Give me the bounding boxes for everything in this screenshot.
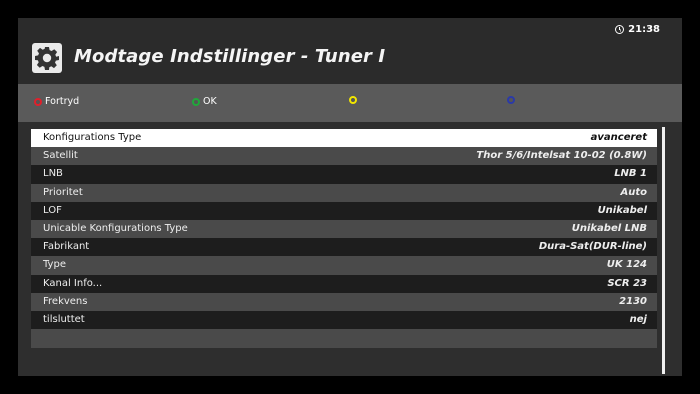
setting-value: Dura-Sat(DUR-line) xyxy=(538,241,647,253)
setting-label: Kanal Info... xyxy=(43,277,103,289)
setting-label: LOF xyxy=(43,204,62,216)
yellow-key-button[interactable] xyxy=(349,96,360,104)
gear-icon xyxy=(32,43,62,73)
clock-time: 21:38 xyxy=(628,24,660,35)
tv-menu-screen: Modtage Indstillinger - Tuner I 21:38 Fo… xyxy=(18,18,682,376)
blue-key-icon xyxy=(507,96,515,104)
setting-value: UK 124 xyxy=(606,259,647,271)
setting-value: Auto xyxy=(620,186,647,198)
clock-icon xyxy=(615,25,625,34)
green-key-button[interactable]: OK xyxy=(192,96,217,107)
setting-label: LNB xyxy=(43,168,63,180)
green-key-label: OK xyxy=(203,96,217,107)
setting-value: LNB 1 xyxy=(614,168,647,180)
settings-row-empty xyxy=(31,329,657,349)
green-key-icon xyxy=(192,97,200,106)
page-title: Modtage Indstillinger - Tuner I xyxy=(74,46,386,67)
setting-label: Satellit xyxy=(43,150,78,162)
clock: 21:38 xyxy=(615,24,660,35)
settings-row-kanal-info[interactable]: Kanal Info... SCR 23 xyxy=(31,274,657,293)
settings-row-lof[interactable]: LOF Unikabel xyxy=(31,201,657,220)
yellow-key-icon xyxy=(349,96,357,104)
setting-value: 2130 xyxy=(619,295,647,307)
settings-row-frekvens[interactable]: Frekvens 2130 xyxy=(31,292,657,311)
setting-value: nej xyxy=(629,313,647,325)
red-key-icon xyxy=(34,97,42,106)
color-key-bar: Fortryd OK xyxy=(18,84,682,122)
setting-value: Unikabel LNB xyxy=(571,222,647,234)
setting-label: Prioritet xyxy=(43,186,83,198)
red-key-label: Fortryd xyxy=(45,96,80,107)
setting-value: Unikabel xyxy=(597,204,647,216)
settings-row-satellit[interactable]: Satellit Thor 5/6/Intelsat 10-02 (0.8W) xyxy=(31,147,657,166)
settings-row-lnb[interactable]: LNB LNB 1 xyxy=(31,165,657,184)
setting-value: SCR 23 xyxy=(607,277,647,289)
settings-row-konfigurations-type[interactable]: Konfigurations Type avanceret xyxy=(31,129,657,148)
setting-value: Thor 5/6/Intelsat 10-02 (0.8W) xyxy=(476,150,647,162)
setting-value: avanceret xyxy=(590,132,647,143)
setting-label: Konfigurations Type xyxy=(43,132,142,143)
settings-row-fabrikant[interactable]: Fabrikant Dura-Sat(DUR-line) xyxy=(31,238,657,257)
red-key-button[interactable]: Fortryd xyxy=(34,96,79,107)
setting-label: Type xyxy=(43,259,66,271)
setting-label: tilsluttet xyxy=(43,313,85,325)
settings-row-prioritet[interactable]: Prioritet Auto xyxy=(31,183,657,202)
scrollbar[interactable] xyxy=(662,127,665,374)
header: Modtage Indstillinger - Tuner I 21:38 xyxy=(18,18,682,84)
settings-row-tilsluttet[interactable]: tilsluttet nej xyxy=(31,310,657,330)
blue-key-button[interactable] xyxy=(507,96,518,104)
settings-row-type[interactable]: Type UK 124 xyxy=(31,256,657,275)
setting-label: Unicable Konfigurations Type xyxy=(43,222,188,234)
settings-row-unicable-type[interactable]: Unicable Konfigurations Type Unikabel LN… xyxy=(31,219,657,239)
setting-label: Frekvens xyxy=(43,295,88,307)
settings-list: Konfigurations Type avanceret Satellit T… xyxy=(31,129,657,349)
setting-label: Fabrikant xyxy=(43,241,90,253)
